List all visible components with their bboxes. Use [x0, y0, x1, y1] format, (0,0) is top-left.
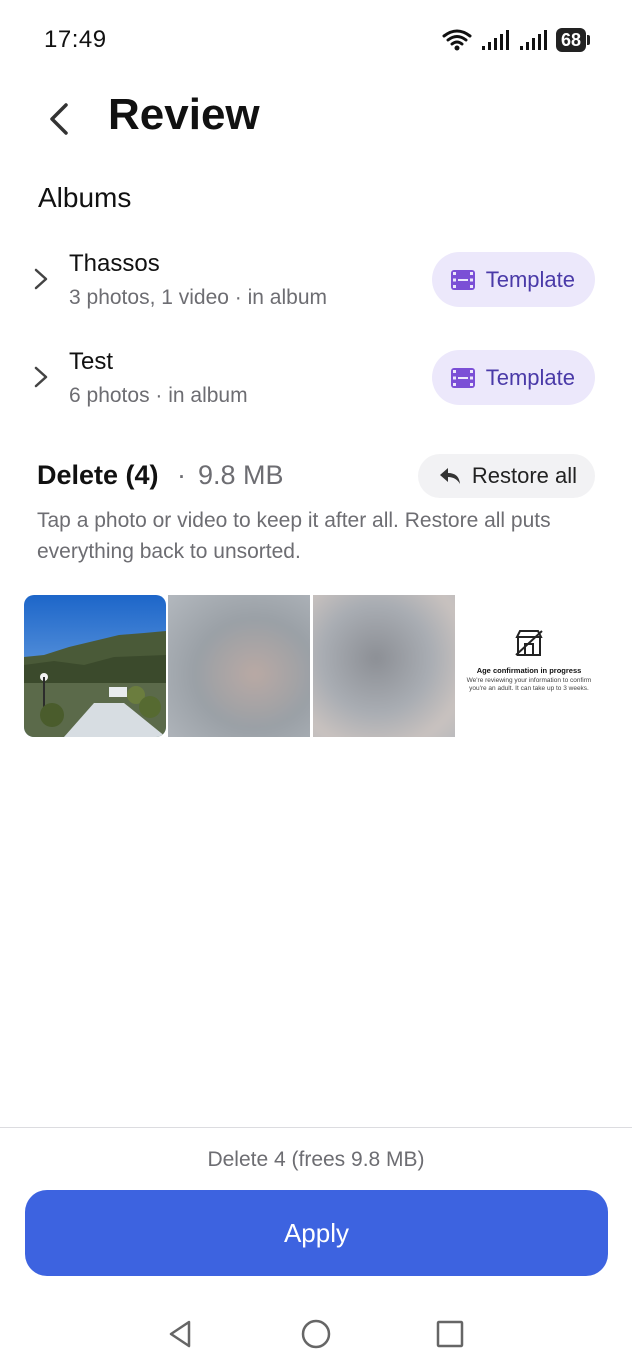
- template-button[interactable]: Template: [431, 350, 595, 405]
- storefront-icon: [515, 630, 543, 656]
- blurred-photo: [313, 595, 455, 737]
- cell-signal-icon: [481, 30, 509, 50]
- system-nav-bar: [0, 1310, 632, 1358]
- restore-all-button[interactable]: Restore all: [417, 454, 595, 498]
- nav-recents-icon[interactable]: [432, 1316, 468, 1352]
- album-name: Thassos: [69, 250, 160, 277]
- header: Review: [0, 88, 632, 148]
- album-meta: 6 photos · in album: [69, 384, 248, 407]
- restore-all-label: Restore all: [471, 463, 577, 488]
- film-icon: [450, 367, 475, 388]
- delete-size: 9.8 MB: [198, 460, 284, 490]
- wifi-icon: [442, 29, 472, 51]
- back-arrow-icon: [50, 103, 68, 135]
- battery-tip: [587, 35, 590, 45]
- thumbnail-photo-blurred[interactable]: [313, 595, 455, 737]
- delete-title: Delete (4): [37, 460, 159, 490]
- blurred-photo: [168, 595, 310, 737]
- album-name: Test: [69, 348, 114, 375]
- albums-section-title: Albums: [38, 182, 132, 213]
- film-icon: [450, 269, 475, 290]
- apply-button[interactable]: Apply: [25, 1190, 608, 1276]
- age-confirmation-text: We're reviewing your information to conf…: [466, 677, 592, 692]
- status-bar: 17:49 68: [0, 0, 632, 80]
- cell-signal-icon-2: [519, 30, 547, 50]
- delete-section-header: Delete (4) · 9.8 MB Restore all: [0, 454, 632, 500]
- delete-summary: Delete 4 (frees 9.8 MB): [207, 1148, 425, 1171]
- undo-icon: [439, 468, 460, 484]
- bottom-divider: [0, 1127, 632, 1128]
- status-icons: 68: [442, 26, 590, 54]
- thumbnail-photo-landscape[interactable]: [24, 595, 166, 737]
- delete-separator: ·: [177, 460, 186, 490]
- delete-hint: Tap a photo or video to keep it after al…: [37, 509, 551, 563]
- back-button[interactable]: [36, 96, 82, 142]
- battery-level: 68: [555, 28, 586, 52]
- battery-indicator: 68: [555, 28, 590, 52]
- template-button-label: Template: [485, 364, 575, 390]
- album-meta: 3 photos, 1 video · in album: [69, 286, 327, 309]
- template-button[interactable]: Template: [431, 252, 595, 307]
- apply-button-label: Apply: [283, 1217, 350, 1248]
- nav-home-icon[interactable]: [298, 1316, 334, 1352]
- template-button-label: Template: [485, 266, 575, 292]
- thumbnail-photo-blurred[interactable]: [168, 595, 310, 737]
- album-row-test[interactable]: Test 6 photos · in album Template: [0, 342, 632, 422]
- page-title: Review: [108, 90, 260, 139]
- status-time: 17:49: [44, 26, 107, 53]
- thumbnail-screenshot[interactable]: Age confirmation in progress We're revie…: [458, 595, 600, 737]
- album-row-thassos[interactable]: Thassos 3 photos, 1 video · in album Tem…: [0, 244, 632, 324]
- age-confirmation-screenshot: Age confirmation in progress We're revie…: [458, 629, 600, 693]
- nav-back-icon[interactable]: [163, 1316, 199, 1352]
- delete-thumbnails: Age confirmation in progress We're revie…: [24, 595, 612, 737]
- chevron-right-icon[interactable]: [28, 266, 54, 292]
- landscape-photo: [24, 595, 166, 737]
- chevron-right-icon[interactable]: [28, 364, 54, 390]
- age-confirmation-title: Age confirmation in progress: [476, 666, 582, 675]
